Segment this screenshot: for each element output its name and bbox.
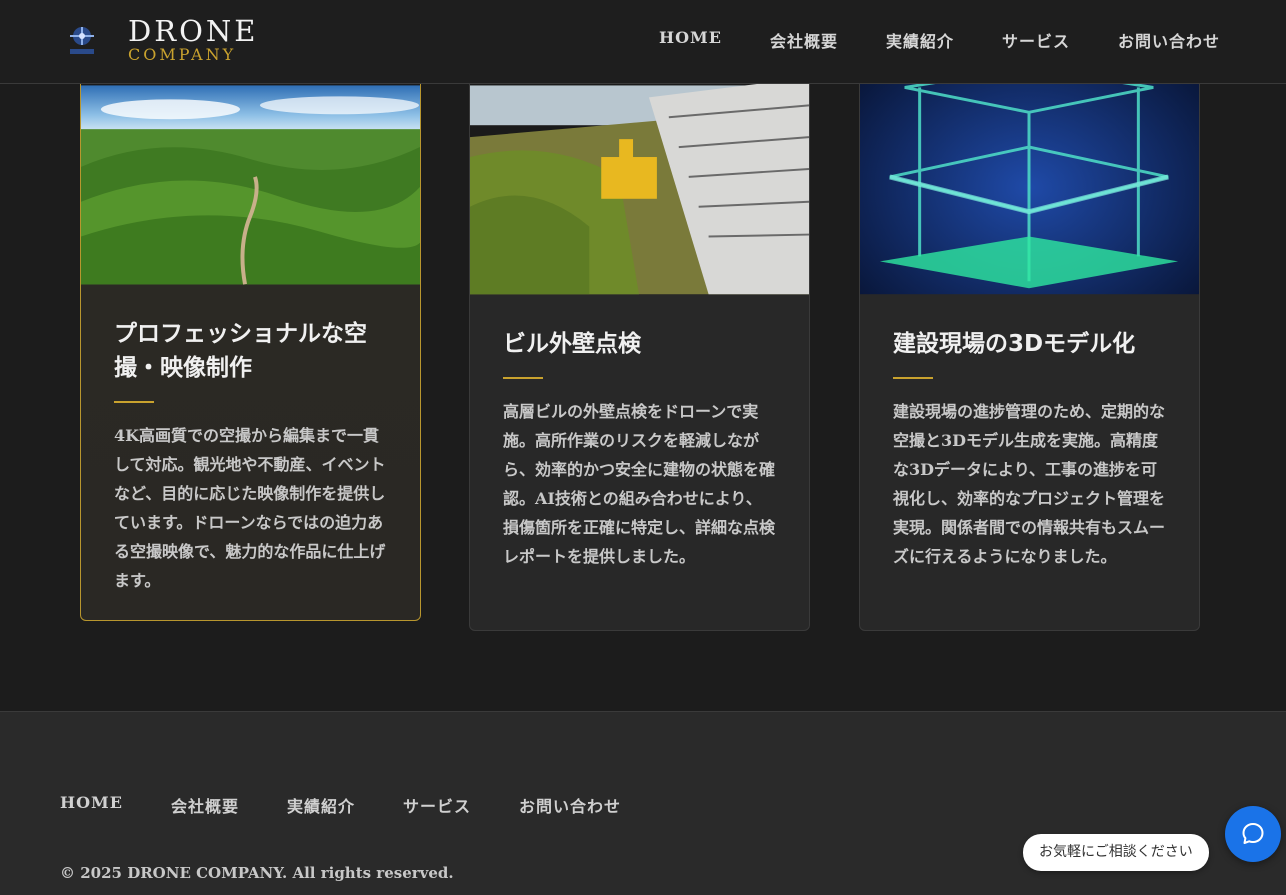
chat-bubble-icon <box>1242 823 1264 844</box>
brand-subtitle: COMPANY <box>128 45 237 64</box>
nav-home[interactable]: HOME <box>659 28 722 52</box>
brand-logo[interactable]: DRONE COMPANY <box>64 12 258 68</box>
chat-prompt[interactable]: お気軽にご相談ください <box>1023 834 1209 871</box>
card-title: 建設現場の3Dモデル化 <box>893 331 1136 357</box>
main-nav: HOME 会社概要 実績紹介 サービス お問い合わせ <box>659 28 1220 52</box>
nav-works[interactable]: 実績紹介 <box>886 28 954 52</box>
copyright: © 2025 DRONE COMPANY. All rights reserve… <box>60 864 454 882</box>
card-title: プロフェッショナルな空撮・映像制作 <box>114 321 367 381</box>
footer-nav: HOME 会社概要 実績紹介 サービス お問い合わせ <box>60 793 621 817</box>
nav-company[interactable]: 会社概要 <box>770 28 838 52</box>
footer-nav-services[interactable]: サービス <box>403 793 471 817</box>
brand-title: DRONE <box>128 14 259 48</box>
card-divider <box>114 401 154 403</box>
chat-button[interactable] <box>1225 806 1281 862</box>
card-divider <box>893 377 933 379</box>
nav-services[interactable]: サービス <box>1002 28 1070 52</box>
footer-nav-contact[interactable]: お問い合わせ <box>519 793 621 817</box>
card-description: 建設現場の進捗管理のため、定期的な空撮と3Dモデル生成を実施。高精度な3Dデータ… <box>893 402 1166 566</box>
drone-logo-icon <box>70 27 94 54</box>
service-card-3d-model[interactable]: 建設現場の3Dモデル化 建設現場の進捗管理のため、定期的な空撮と3Dモデル生成を… <box>859 26 1200 631</box>
service-card-inspection[interactable]: ビル外壁点検 高層ビルの外壁点検をドローンで実施。高所作業のリスクを軽減しながら… <box>469 26 810 631</box>
card-title: ビル外壁点検 <box>503 331 641 357</box>
footer-nav-company[interactable]: 会社概要 <box>171 793 239 817</box>
card-description: 高層ビルの外壁点検をドローンで実施。高所作業のリスクを軽減しながら、効率的かつ安… <box>503 402 776 566</box>
footer-nav-home[interactable]: HOME <box>60 793 123 817</box>
footer-nav-works[interactable]: 実績紹介 <box>287 793 355 817</box>
card-description: 4K高画質での空撮から編集まで一貫して対応。観光地や不動産、イベントなど、目的に… <box>114 426 386 590</box>
service-card-aerial[interactable]: プロフェッショナルな空撮・映像制作 4K高画質での空撮から編集まで一貫して対応。… <box>80 26 421 621</box>
site-header: DRONE COMPANY HOME 会社概要 実績紹介 サービス お問い合わせ <box>0 0 1286 84</box>
nav-contact[interactable]: お問い合わせ <box>1118 28 1220 52</box>
card-divider <box>503 377 543 379</box>
